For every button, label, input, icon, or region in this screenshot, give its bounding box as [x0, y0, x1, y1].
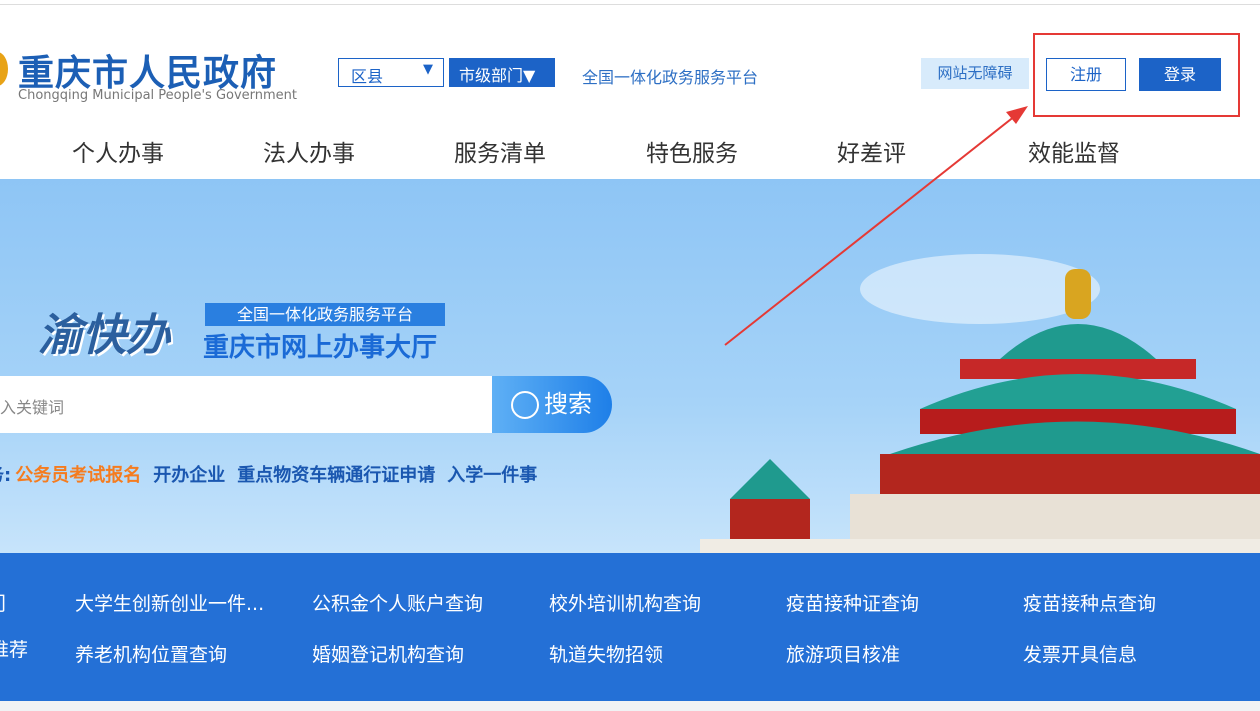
- annotation-arrow: [724, 106, 1028, 346]
